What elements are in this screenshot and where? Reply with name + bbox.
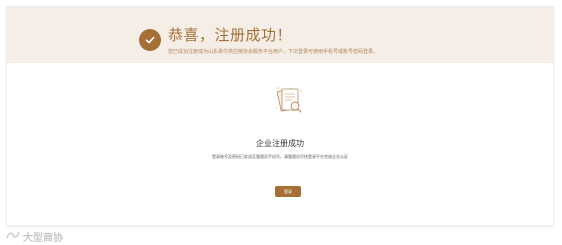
login-button[interactable]: 登录 [275, 186, 301, 197]
watermark-text: 大型商协 [23, 232, 63, 244]
registration-success-description: 登录账号及密码已发送至管理员手机号，请管理员尽快登录平台完成企业认证 [212, 154, 348, 159]
check-icon [139, 29, 161, 51]
banner-title: 恭喜，注册成功！ [168, 27, 293, 44]
banner-description: 您已成功注册成为山东易付供应链协会服务平台用户，下次登录可使用手机号或账号密码登… [168, 49, 379, 55]
registration-success-title: 企业注册成功 [256, 139, 304, 148]
page: 恭喜，注册成功！ 您已成功注册成为山东易付供应链协会服务平台用户，下次登录可使用… [0, 0, 562, 245]
content-card: 恭喜，注册成功！ 您已成功注册成为山东易付供应链协会服务平台用户，下次登录可使用… [6, 6, 554, 226]
success-banner: 恭喜，注册成功！ 您已成功注册成为山东易付供应链协会服务平台用户，下次登录可使用… [7, 7, 553, 63]
logo-icon [6, 227, 20, 245]
document-search-icon [270, 82, 308, 120]
watermark: 大型商协 [6, 227, 63, 245]
